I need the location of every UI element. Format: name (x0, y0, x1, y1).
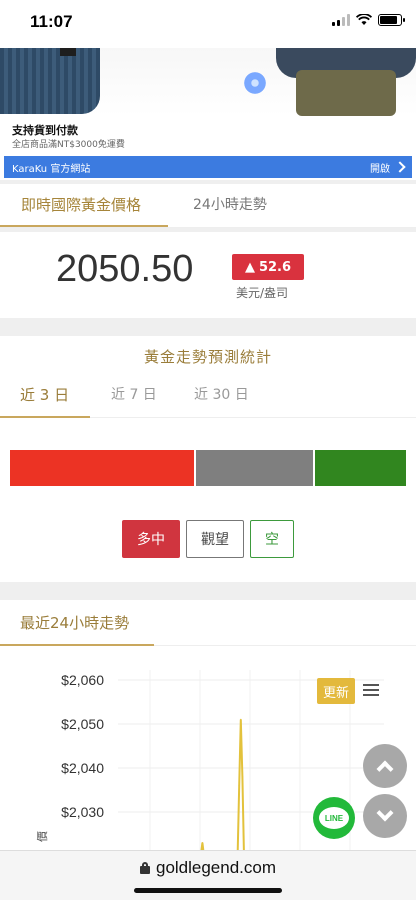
trend-point-6 (240, 718, 242, 721)
price-unit: 美元/盎司 (236, 286, 289, 300)
signal-icon (332, 14, 350, 26)
ad-title: 支持貨到付款 (12, 124, 78, 137)
tab-24h-trend[interactable]: 24小時走勢 (193, 184, 267, 228)
forecast-title: 黃金走勢預測統計 (143, 348, 272, 366)
url-display[interactable]: goldlegend.com (0, 858, 416, 878)
trend-title-underline (0, 644, 154, 646)
tab-30-days[interactable]: 近 30 日 (194, 384, 249, 404)
ad-subtitle: 全店商品滿NT$3000免運費 (12, 140, 125, 150)
ad-image-jeans (0, 48, 100, 114)
gold-price: 2050.50 (56, 248, 194, 290)
trend-point-2 (201, 842, 204, 844)
price-change-badge: ▲ 52.6 (232, 254, 304, 280)
battery-icon (378, 14, 405, 26)
ad-banner[interactable]: 支持貨到付款 全店商品滿NT$3000免運費 KaraKu 官方網站 開啟 (0, 48, 416, 180)
ratio-segment-hold (196, 450, 315, 486)
chevron-right-icon (394, 161, 406, 173)
ad-brand: KaraKu 官方網站 (12, 163, 91, 175)
status-bar: 11:07 (0, 0, 416, 48)
y-tick-label: $2,050 (61, 716, 104, 732)
price-panel: 2050.50 ▲ 52.6 美元/盎司 (0, 232, 416, 318)
trend-point-5 (238, 784, 240, 787)
browser-url-bar[interactable]: goldlegend.com (0, 850, 416, 900)
forecast-tab-underline (0, 416, 90, 418)
vote-long-button[interactable]: 多中 (122, 520, 180, 558)
ad-image-headline (60, 48, 76, 56)
triangle-up-icon: ▲ (244, 259, 255, 275)
status-time: 11:07 (30, 12, 73, 31)
line-chat-button[interactable]: LINE (313, 797, 355, 839)
hamburger-menu-icon[interactable] (363, 684, 379, 696)
lock-icon (139, 862, 150, 874)
y-tick-label: $2,060 (61, 672, 104, 688)
trend-series-line (148, 719, 245, 857)
active-tab-underline (0, 225, 168, 227)
trend-point-7 (241, 776, 244, 778)
update-button[interactable]: 更新 (317, 678, 355, 704)
trend-title: 最近24小時走勢 (20, 614, 130, 632)
y-tick-label: $2,030 (61, 804, 104, 820)
tab-3-days[interactable]: 近 3 日 (20, 384, 69, 405)
url-domain: goldlegend.com (155, 858, 277, 877)
ad-open-label: 開啟 (370, 163, 390, 175)
ratio-segment-long (10, 450, 197, 486)
ad-open-button[interactable]: 開啟 (370, 160, 406, 175)
chevron-up-icon (376, 760, 394, 778)
tab-realtime-price[interactable]: 即時國際黃金價格 (21, 184, 141, 228)
ratio-segment-short (314, 450, 406, 486)
forecast-panel: 黃金走勢預測統計 近 3 日 近 7 日 近 30 日 多中 觀望 空 (0, 336, 416, 582)
scroll-down-button[interactable] (363, 794, 407, 838)
tab-7-days[interactable]: 近 7 日 (111, 384, 157, 404)
line-icon: LINE (319, 807, 349, 829)
ad-image-person (276, 48, 416, 116)
scroll-up-button[interactable] (363, 744, 407, 788)
y-axis-label: 價 (35, 831, 49, 842)
y-tick-label: $2,040 (61, 760, 104, 776)
firework-icon (230, 58, 280, 108)
vote-hold-button[interactable]: 觀望 (186, 520, 244, 558)
forecast-tabs: 近 3 日 近 7 日 近 30 日 (0, 374, 416, 418)
vote-short-button[interactable]: 空 (250, 520, 294, 558)
status-icons (332, 14, 405, 26)
ad-link-bar[interactable]: KaraKu 官方網站 開啟 (4, 156, 412, 178)
home-indicator (134, 888, 282, 893)
price-change-value: 52.6 (258, 259, 292, 275)
chevron-down-icon (376, 804, 394, 822)
ad-image[interactable] (0, 48, 416, 116)
forecast-vote-buttons: 多中 觀望 空 (0, 520, 416, 558)
wifi-icon (356, 14, 372, 25)
price-tabs: 即時國際黃金價格 24小時走勢 (0, 184, 416, 228)
forecast-ratio-bar (10, 450, 406, 486)
